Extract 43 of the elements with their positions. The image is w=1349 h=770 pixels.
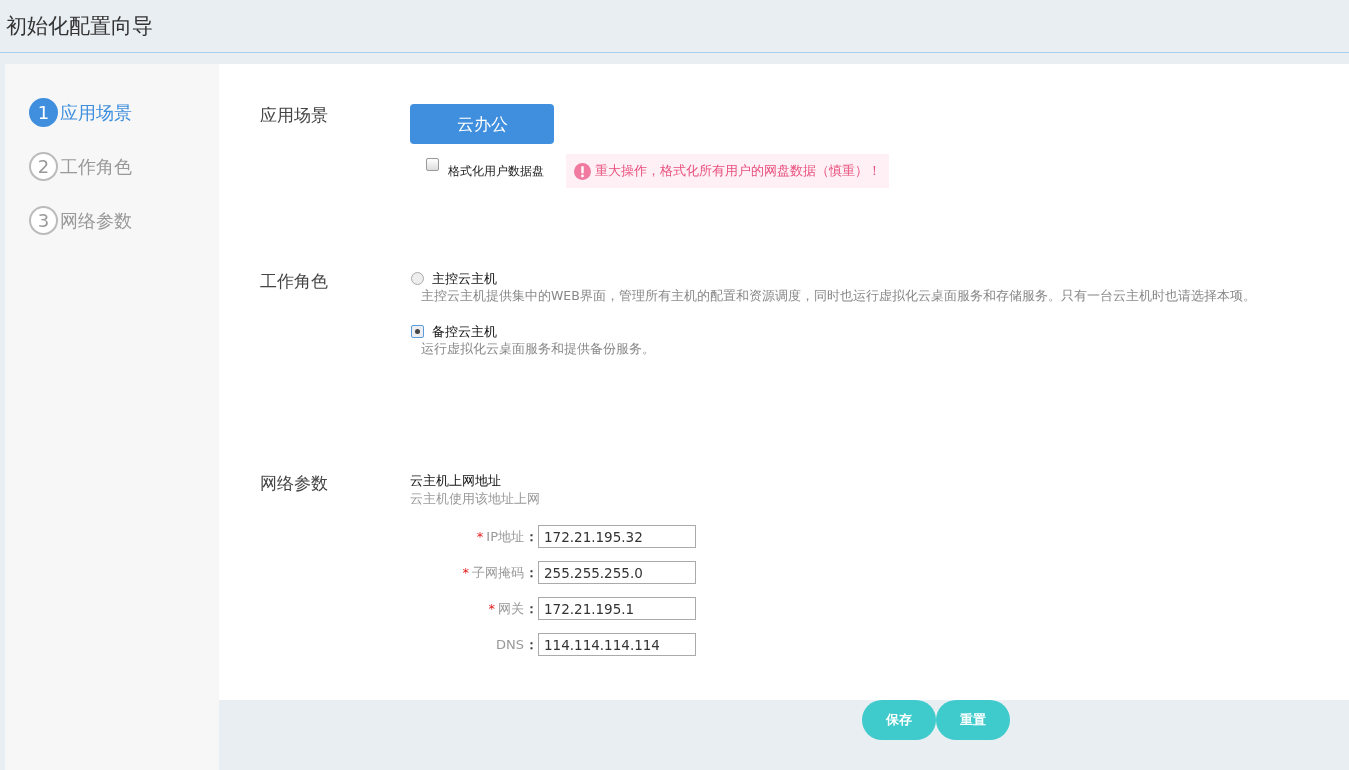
section-label: 应用场景	[260, 104, 329, 127]
section-label: 工作角色	[260, 270, 329, 293]
label-colon: ：	[525, 635, 538, 654]
step-label: 工作角色	[60, 154, 132, 179]
option-description: 运行虚拟化云桌面服务和提供备份服务。	[421, 341, 655, 358]
group-title: 云主机上网地址	[410, 472, 501, 490]
action-button[interactable]: 重置	[936, 700, 1010, 740]
label-colon: ：	[525, 599, 538, 618]
required-marker: *	[476, 529, 484, 544]
required-marker: *	[488, 601, 495, 616]
radio-button[interactable]	[411, 272, 424, 285]
step-label: 网络参数	[60, 208, 132, 233]
field-label: IP地址	[486, 527, 524, 546]
label-colon: ：	[525, 563, 538, 582]
page-title: 初始化配置向导	[6, 13, 153, 40]
radio-button[interactable]	[411, 325, 424, 338]
checkbox-label: 格式化用户数据盘	[448, 162, 544, 180]
step-number: 1	[29, 98, 58, 127]
checkbox[interactable]	[426, 158, 439, 171]
step-label: 应用场景	[60, 100, 132, 125]
field-label: 子网掩码	[472, 563, 524, 582]
input-field[interactable]: 172.21.195.32	[538, 525, 696, 548]
input-field[interactable]: 114.114.114.114	[538, 633, 696, 656]
group-subtitle: 云主机使用该地址上网	[410, 490, 540, 508]
wizard-step[interactable]: 2 工作角色	[29, 152, 219, 181]
option-description: 主控云主机提供集中的WEB界面，管理所有主机的配置和资源调度，同时也运行虚拟化云桌面服务和存储服务。只有一台云主机时也请选择本项。	[421, 288, 1256, 305]
label-colon: ：	[525, 527, 538, 546]
step-number: 2	[29, 152, 58, 181]
wizard-step[interactable]: 3 网络参数	[29, 206, 219, 235]
wizard-step[interactable]: 1 应用场景	[29, 98, 219, 127]
field-label: 网关	[498, 599, 524, 618]
exclamation-icon	[574, 162, 591, 180]
option-title: 备控云主机	[432, 323, 498, 341]
action-button[interactable]: 保存	[862, 700, 936, 740]
option-title: 主控云主机	[432, 270, 498, 288]
input-field[interactable]: 255.255.255.0	[538, 561, 696, 584]
section-label: 网络参数	[260, 472, 329, 495]
warning-text: 重大操作，格式化所有用户的网盘数据（慎重）！	[595, 162, 881, 180]
input-field[interactable]: 172.21.195.1	[538, 597, 696, 620]
required-marker: *	[462, 565, 469, 580]
scene-button[interactable]: 云办公	[410, 104, 554, 144]
step-number: 3	[29, 206, 58, 235]
field-label: DNS	[496, 637, 524, 652]
